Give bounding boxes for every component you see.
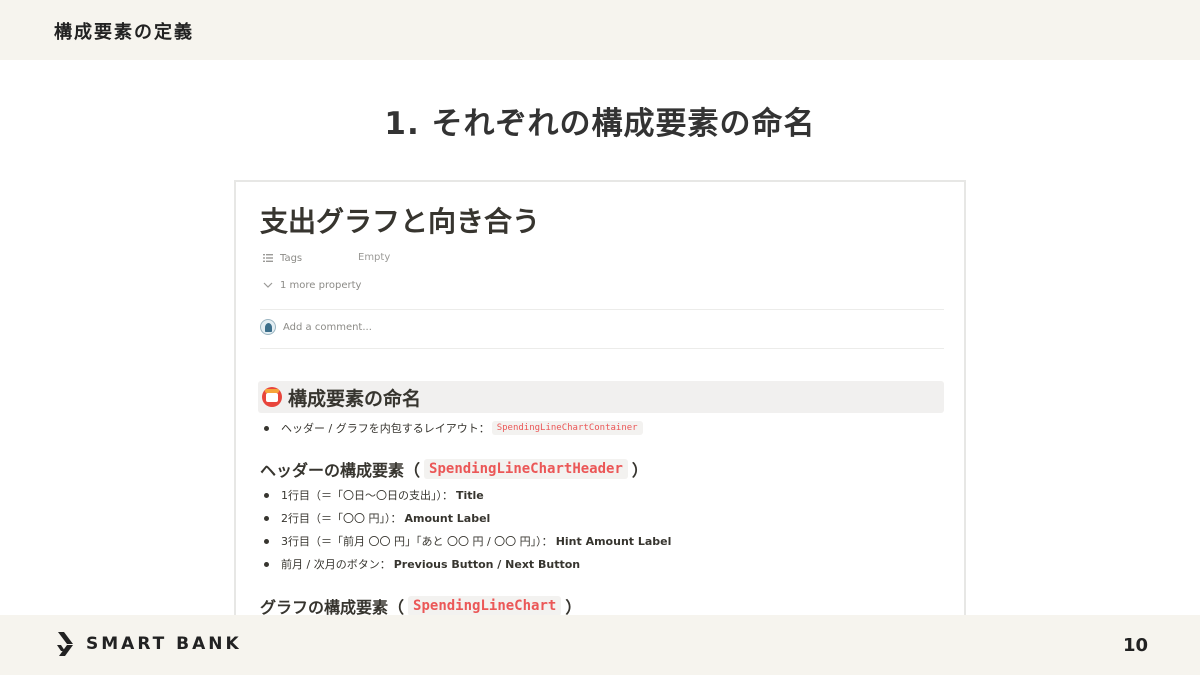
more-properties-label: 1 more property — [280, 279, 362, 291]
chevron-down-icon — [262, 282, 274, 288]
inline-code: SpendingLineChartHeader — [424, 459, 628, 479]
list-item-bold: Amount Label — [404, 511, 491, 525]
list-item: ヘッダー / グラフを内包するレイアウト： SpendingLineChartC… — [264, 420, 643, 436]
page-number: 10 — [1122, 635, 1148, 656]
bento-emoji-icon — [262, 387, 282, 407]
more-properties-toggle[interactable]: 1 more property — [262, 276, 361, 294]
paren-open: （ — [404, 461, 421, 480]
paren-open: （ — [388, 598, 405, 617]
smartbank-logo: SMART BANK — [56, 631, 242, 657]
heading-block: 構成要素の命名 — [258, 381, 944, 413]
list-item-text: 3行目（＝「前月 〇〇 円」「あと 〇〇 円 / 〇〇 円」）： — [281, 535, 553, 548]
list-icon — [262, 254, 274, 262]
list-item-bold: Title — [456, 488, 484, 502]
header-section-label: ヘッダーの構成要素 — [260, 461, 405, 480]
property-tags-value[interactable]: Empty — [358, 252, 390, 263]
property-tags-label: Tags — [280, 252, 303, 264]
inline-code: SpendingLineChart — [408, 596, 562, 615]
paren-close: ） — [565, 598, 582, 617]
graph-section-label: グラフの構成要素 — [260, 598, 389, 617]
bullet-dot — [264, 515, 269, 521]
inline-code: SpendingLineChartContainer — [491, 421, 643, 435]
bullet-dot — [264, 561, 269, 567]
list-item-text: 2行目（＝「〇〇 円」）： — [281, 512, 402, 525]
list-item: 2行目（＝「〇〇 円」）： Amount Label — [264, 510, 490, 526]
avatar — [260, 319, 276, 335]
list-item-text: 前月 / 次月のボタン： — [281, 558, 391, 571]
logo-text: SMART BANK — [86, 634, 242, 654]
section-title: 構成要素の定義 — [54, 22, 194, 43]
bullet-dot — [264, 492, 269, 498]
list-item: 前月 / 次月のボタン： Previous Button / Next Butt… — [264, 556, 580, 572]
smartbank-logo-mark-icon — [57, 632, 73, 656]
paren-close: ） — [631, 461, 648, 480]
list-item-text: 1行目（＝「〇日〜〇日の支出」）： — [281, 489, 453, 502]
graph-section-heading: グラフの構成要素 （ SpendingLineChart ） — [260, 594, 582, 617]
bullet-dot — [264, 425, 269, 431]
doc-title: 支出グラフと向き合う — [260, 205, 541, 238]
list-item: 1行目（＝「〇日〜〇日の支出」）： Title — [264, 487, 484, 503]
comment-placeholder: Add a comment... — [283, 321, 372, 333]
divider — [260, 309, 944, 310]
list-item-bold: Hint Amount Label — [555, 534, 672, 548]
divider — [260, 348, 944, 349]
list-item: 3行目（＝「前月 〇〇 円」「あと 〇〇 円 / 〇〇 円」）： Hint Am… — [264, 533, 671, 549]
notion-page-screenshot: 支出グラフと向き合う Tags Empty 1 more property Ad… — [234, 180, 966, 617]
header-section-heading: ヘッダーの構成要素 （ SpendingLineChartHeader ） — [260, 457, 648, 481]
list-item-text: ヘッダー / グラフを内包するレイアウト： — [281, 422, 490, 435]
heading-text: 構成要素の命名 — [288, 387, 422, 410]
list-item-bold: Previous Button / Next Button — [393, 557, 581, 571]
add-comment[interactable]: Add a comment... — [260, 319, 372, 335]
slide-title: 1. それぞれの構成要素の命名 — [384, 106, 816, 142]
bullet-dot — [264, 538, 269, 544]
property-tags[interactable]: Tags — [262, 249, 302, 267]
